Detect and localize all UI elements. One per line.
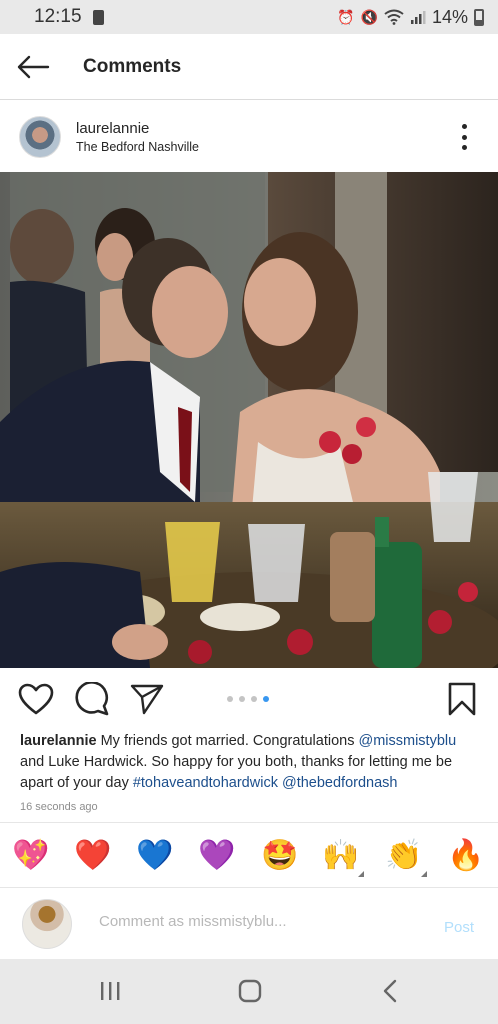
- status-time: 12:15: [34, 6, 82, 27]
- blue-heart-emoji[interactable]: 💙: [136, 837, 174, 875]
- caption-hashtag[interactable]: #tohaveandtohardwick: [133, 775, 278, 791]
- chevron-left-icon: [383, 979, 397, 1003]
- clapping-hands-emoji[interactable]: 👏: [385, 837, 427, 877]
- post-header: laurelannie The Bedford Nashville: [0, 101, 498, 172]
- caption-username[interactable]: laurelannie: [20, 733, 97, 749]
- comment-bubble-icon: [75, 682, 109, 716]
- signal-icon: [410, 11, 426, 24]
- recent-apps-button[interactable]: [90, 975, 130, 1007]
- arrow-left-icon: [17, 55, 50, 78]
- home-icon: [238, 979, 262, 1003]
- red-heart-emoji[interactable]: ❤️: [74, 837, 112, 875]
- comment-composer: Post: [0, 889, 498, 959]
- carousel-indicator: [227, 696, 269, 702]
- mute-icon: 🔇: [360, 8, 378, 25]
- more-dot-icon: [461, 124, 467, 129]
- post-author-avatar[interactable]: [19, 115, 61, 158]
- star-struck-emoji[interactable]: 🤩: [261, 837, 299, 875]
- more-options-button[interactable]: [454, 124, 474, 150]
- post-photo[interactable]: [0, 172, 498, 668]
- raising-hands-emoji[interactable]: 🙌: [322, 837, 364, 877]
- post-timestamp: 16 seconds ago: [20, 801, 98, 813]
- caption-mention[interactable]: @thebedfordnash: [282, 775, 398, 791]
- skin-tone-indicator-icon: [421, 871, 427, 877]
- page-title: Comments: [83, 55, 182, 77]
- system-navigation-bar: [0, 959, 498, 1024]
- battery-icon: [474, 8, 484, 26]
- comment-input[interactable]: [99, 913, 399, 930]
- caption-text: My friends got married. Congratulations: [96, 733, 359, 749]
- post-username[interactable]: laurelannie: [76, 120, 199, 137]
- caption-mention[interactable]: @missmistyblu: [358, 733, 456, 749]
- more-dot-icon: [461, 134, 467, 140]
- post-caption: laurelannie My friends got married. Cong…: [20, 731, 482, 794]
- carousel-dot: [251, 696, 257, 702]
- emoji-quick-bar: 💖 ❤️ 💙 💜 🤩 🙌 👏 🔥: [0, 822, 498, 888]
- notification-icon: [92, 9, 104, 25]
- post-comment-button[interactable]: Post: [444, 919, 474, 936]
- purple-heart-emoji[interactable]: 💜: [198, 837, 236, 875]
- post-author-block: laurelannie The Bedford Nashville: [76, 120, 199, 154]
- like-button[interactable]: [16, 678, 56, 720]
- status-icons: ⏰ 🔇 14%: [337, 7, 484, 28]
- recent-apps-icon: [101, 982, 120, 1000]
- skin-tone-indicator-icon: [358, 871, 364, 877]
- current-user-avatar: [22, 899, 72, 949]
- save-button[interactable]: [442, 678, 482, 720]
- back-nav-button[interactable]: [370, 975, 410, 1007]
- home-button[interactable]: [230, 975, 270, 1007]
- post-location[interactable]: The Bedford Nashville: [76, 140, 199, 154]
- heart-icon: [18, 683, 54, 715]
- sparkling-heart-emoji[interactable]: 💖: [12, 837, 50, 875]
- carousel-dot: [227, 696, 233, 702]
- fire-emoji[interactable]: 🔥: [447, 837, 485, 875]
- back-button[interactable]: [0, 34, 66, 100]
- share-button[interactable]: [127, 678, 167, 720]
- photo-illustration: [0, 172, 498, 668]
- battery-percent: 14%: [431, 6, 468, 27]
- comments-header: Comments: [0, 34, 498, 100]
- alarm-icon: ⏰: [337, 8, 355, 25]
- wifi-icon: [384, 9, 404, 25]
- bookmark-icon: [448, 682, 476, 716]
- status-bar: 12:15 ⏰ 🔇 14%: [0, 0, 498, 34]
- comment-button[interactable]: [72, 678, 112, 720]
- carousel-dot-active: [263, 696, 269, 702]
- paper-plane-icon: [130, 684, 164, 715]
- post-actions: [0, 678, 498, 724]
- more-dot-icon: [461, 145, 467, 150]
- carousel-dot: [239, 696, 245, 702]
